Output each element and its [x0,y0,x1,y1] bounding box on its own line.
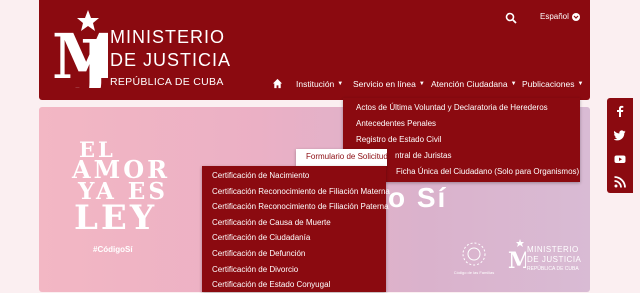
caret-down-icon: ▼ [337,81,344,87]
menu-item-cert-defuncion[interactable]: Certificación de Defunción [202,246,386,262]
small-logo-line-1: MINISTERIO [527,245,579,254]
certificacion-submenu: Certificación de Nacimiento Certificació… [202,166,390,293]
caret-down-icon: ▼ [510,81,517,87]
families-code-emblem-icon [462,242,486,266]
language-label: Español [540,12,569,21]
menu-item-cert-filiacion-materna[interactable]: Certificación Reconocimiento de Filiació… [202,184,390,200]
twitter-icon[interactable] [614,129,626,141]
ministry-logo-icon[interactable]: M J [50,8,108,88]
nav-servicio-en-linea[interactable]: Servicio en línea ▼ [353,76,425,92]
rss-icon[interactable] [614,176,626,188]
nav-publicaciones[interactable]: Publicaciones ▼ [522,76,583,92]
nav-label: Atención Ciudadana [431,79,508,89]
nav-atencion-ciudadana[interactable]: Atención Ciudadana ▼ [431,76,517,92]
menu-item-cert-nacimiento[interactable]: Certificación de Nacimiento [202,168,386,184]
svg-text:J: J [75,26,108,88]
chevron-down-icon [571,12,580,21]
small-logo-line-3: REPÚBLICA DE CUBA [527,266,579,272]
menu-item-registro-estado-civil[interactable]: Registro de Estado Civil [343,132,580,148]
brand-line-3: REPÚBLICA DE CUBA [110,76,224,88]
caret-down-icon: ▼ [577,81,584,87]
facebook-icon[interactable] [614,105,626,117]
svg-text:M: M [508,248,526,274]
nav-label: Servicio en línea [353,79,416,89]
youtube-icon[interactable] [614,153,626,165]
brand-line-2: DE JUSTICIA [110,50,232,70]
menu-item-cert-ciudadania[interactable]: Certificación de Ciudadanía [202,230,386,246]
nav-institucion[interactable]: Institución ▼ [296,76,343,92]
caret-down-icon: ▼ [418,81,425,87]
hero-right-text: o Sí [388,182,448,213]
home-icon[interactable] [272,78,283,89]
menu-item-cert-divorcio[interactable]: Certificación de Divorcio [202,262,386,278]
menu-item-cert-filiacion-paterna[interactable]: Certificación Reconocimiento de Filiació… [202,199,389,215]
menu-item-formulario-solicitud[interactable]: Formulario de Solicitud [296,149,388,165]
nav-label: Publicaciones [522,79,575,89]
menu-item-cert-causa-muerte[interactable]: Certificación de Causa de Muerte [202,215,386,231]
hero-hashtag: #CódigoSí [93,245,133,254]
ministry-small-logo-icon: M [508,239,526,274]
small-logo-line-2: DE JUSTICIA [527,255,582,264]
social-bar [607,98,633,193]
nav-label: Institución [296,79,335,89]
emblem-caption: Código de las Familias [453,270,495,275]
hero-line-ley: LEY [74,198,158,238]
menu-item-cert-estado-conyugal[interactable]: Certificación de Estado Conyugal [202,277,386,293]
formulario-submenu[interactable]: Formulario de Solicitud [296,149,388,166]
menu-item-ultima-voluntad[interactable]: Actos de Última Voluntad y Declaratoria … [343,100,580,116]
brand-line-1: MINISTERIO [110,27,226,47]
menu-item-antecedentes-penales[interactable]: Antecedentes Penales [343,116,580,132]
search-icon[interactable] [505,12,517,24]
language-selector[interactable]: Español [540,12,580,21]
